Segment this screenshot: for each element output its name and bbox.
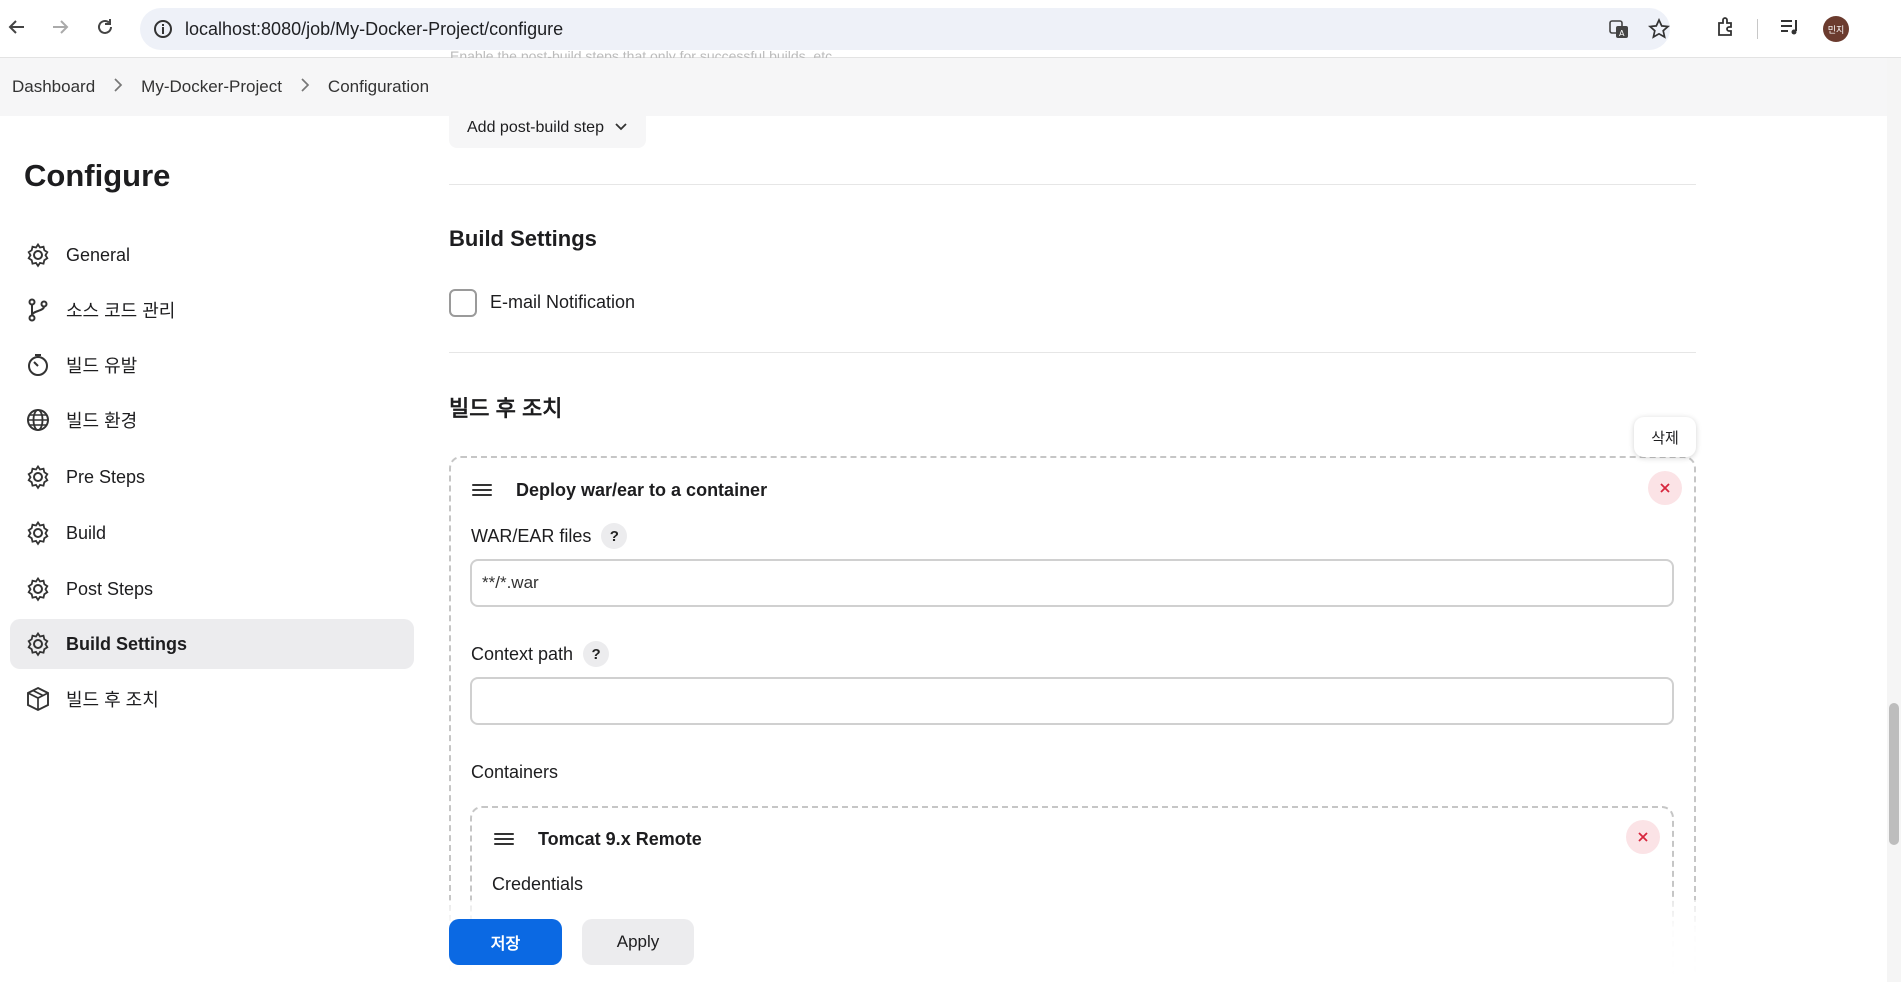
breadcrumb-configuration[interactable]: Configuration <box>328 77 429 97</box>
reload-icon[interactable] <box>92 14 118 40</box>
drag-handle-icon[interactable] <box>494 833 514 845</box>
bookmark-star-icon[interactable] <box>1647 17 1671 45</box>
extensions-icon[interactable] <box>1714 15 1738 44</box>
chevron-right-icon <box>113 78 123 96</box>
page-title: Configure <box>24 158 171 193</box>
address-bar[interactable]: localhost:8080/job/My-Docker-Project/con… <box>140 8 1671 50</box>
sidebar-item-label: Pre Steps <box>66 466 146 487</box>
media-control-icon[interactable] <box>1778 15 1802 44</box>
sidebar-item-pre-steps[interactable]: Pre Steps <box>10 452 414 502</box>
help-icon[interactable]: ? <box>583 641 610 667</box>
section-divider <box>449 184 1696 185</box>
site-info-icon[interactable] <box>152 18 174 45</box>
sidebar-item-build-triggers[interactable]: 빌드 유발 <box>10 340 414 390</box>
email-notification-label[interactable]: E-mail Notification <box>490 292 635 313</box>
package-icon <box>24 685 52 713</box>
sidebar-item-general[interactable]: General <box>10 230 414 280</box>
context-path-label: Context path ? <box>471 641 610 667</box>
gear-icon <box>24 630 52 658</box>
save-button[interactable]: 저장 <box>449 919 562 965</box>
war-ear-files-text: WAR/EAR files <box>471 525 592 546</box>
gear-icon <box>24 519 52 547</box>
toolbar-divider <box>1757 19 1758 39</box>
context-path-input[interactable] <box>470 677 1674 725</box>
post-build-heading: 빌드 후 조치 <box>449 396 563 421</box>
email-notification-checkbox[interactable] <box>449 289 477 317</box>
sidebar-item-scm[interactable]: 소스 코드 관리 <box>10 285 414 335</box>
back-icon[interactable] <box>4 14 30 40</box>
add-post-build-step-label: Add post-build step <box>467 119 604 136</box>
close-icon <box>1660 483 1670 493</box>
sidebar-item-label: 빌드 유발 <box>66 356 138 376</box>
sidebar-item-label: Post Steps <box>66 578 154 599</box>
chevron-down-icon <box>614 119 628 137</box>
sidebar-item-build-settings[interactable]: Build Settings <box>10 619 414 669</box>
breadcrumb: Dashboard My-Docker-Project Configuratio… <box>0 58 1887 116</box>
gear-icon <box>24 575 52 603</box>
breadcrumb-dashboard[interactable]: Dashboard <box>12 77 95 97</box>
forward-icon[interactable] <box>47 14 73 40</box>
sidebar-item-label: 소스 코드 관리 <box>66 301 176 321</box>
delete-container-button[interactable] <box>1626 820 1660 854</box>
sidebar-item-label: Build Settings <box>66 633 187 654</box>
context-path-text: Context path <box>471 643 574 664</box>
gear-icon <box>24 463 52 491</box>
timer-icon <box>24 351 52 379</box>
sidebar-item-label: 빌드 후 조치 <box>66 690 159 710</box>
apply-button[interactable]: Apply <box>582 919 694 965</box>
credentials-label: Credentials <box>492 874 584 894</box>
delete-deploy-button[interactable] <box>1648 471 1682 505</box>
help-icon[interactable]: ? <box>601 523 628 549</box>
sidebar-item-post-build-actions[interactable]: 빌드 후 조치 <box>10 674 414 724</box>
war-ear-files-input[interactable]: **/*.war <box>470 559 1674 607</box>
section-divider <box>449 352 1696 353</box>
deploy-card-title: Deploy war/ear to a container <box>516 480 768 500</box>
close-icon <box>1638 832 1648 842</box>
container-card-title: Tomcat 9.x Remote <box>538 829 702 849</box>
gear-icon <box>24 241 52 269</box>
translate-icon[interactable]: A <box>1608 18 1630 45</box>
globe-icon <box>24 406 52 434</box>
sidebar-item-label: Build <box>66 522 107 543</box>
scrollbar-thumb[interactable] <box>1889 703 1899 845</box>
svg-text:A: A <box>1619 29 1625 38</box>
browser-toolbar: localhost:8080/job/My-Docker-Project/con… <box>0 0 1901 58</box>
sidebar-item-post-steps[interactable]: Post Steps <box>10 564 414 614</box>
url-text: localhost:8080/job/My-Docker-Project/con… <box>185 19 564 39</box>
breadcrumb-project[interactable]: My-Docker-Project <box>141 77 282 97</box>
containers-label: Containers <box>471 762 559 782</box>
sidebar-item-label: 빌드 환경 <box>66 411 138 431</box>
drag-handle-icon[interactable] <box>472 484 492 496</box>
sidebar-item-build[interactable]: Build <box>10 508 414 558</box>
add-post-build-step-button[interactable]: Add post-build step <box>449 108 646 148</box>
war-ear-files-label: WAR/EAR files ? <box>471 523 628 549</box>
sidebar-item-label: General <box>66 244 131 265</box>
branch-icon <box>24 296 52 324</box>
build-settings-heading: Build Settings <box>449 226 597 251</box>
sidebar-item-build-environment[interactable]: 빌드 환경 <box>10 395 414 445</box>
delete-tooltip: 삭제 <box>1634 417 1696 457</box>
avatar[interactable]: 민지 <box>1823 16 1849 42</box>
chevron-right-icon <box>300 78 310 96</box>
